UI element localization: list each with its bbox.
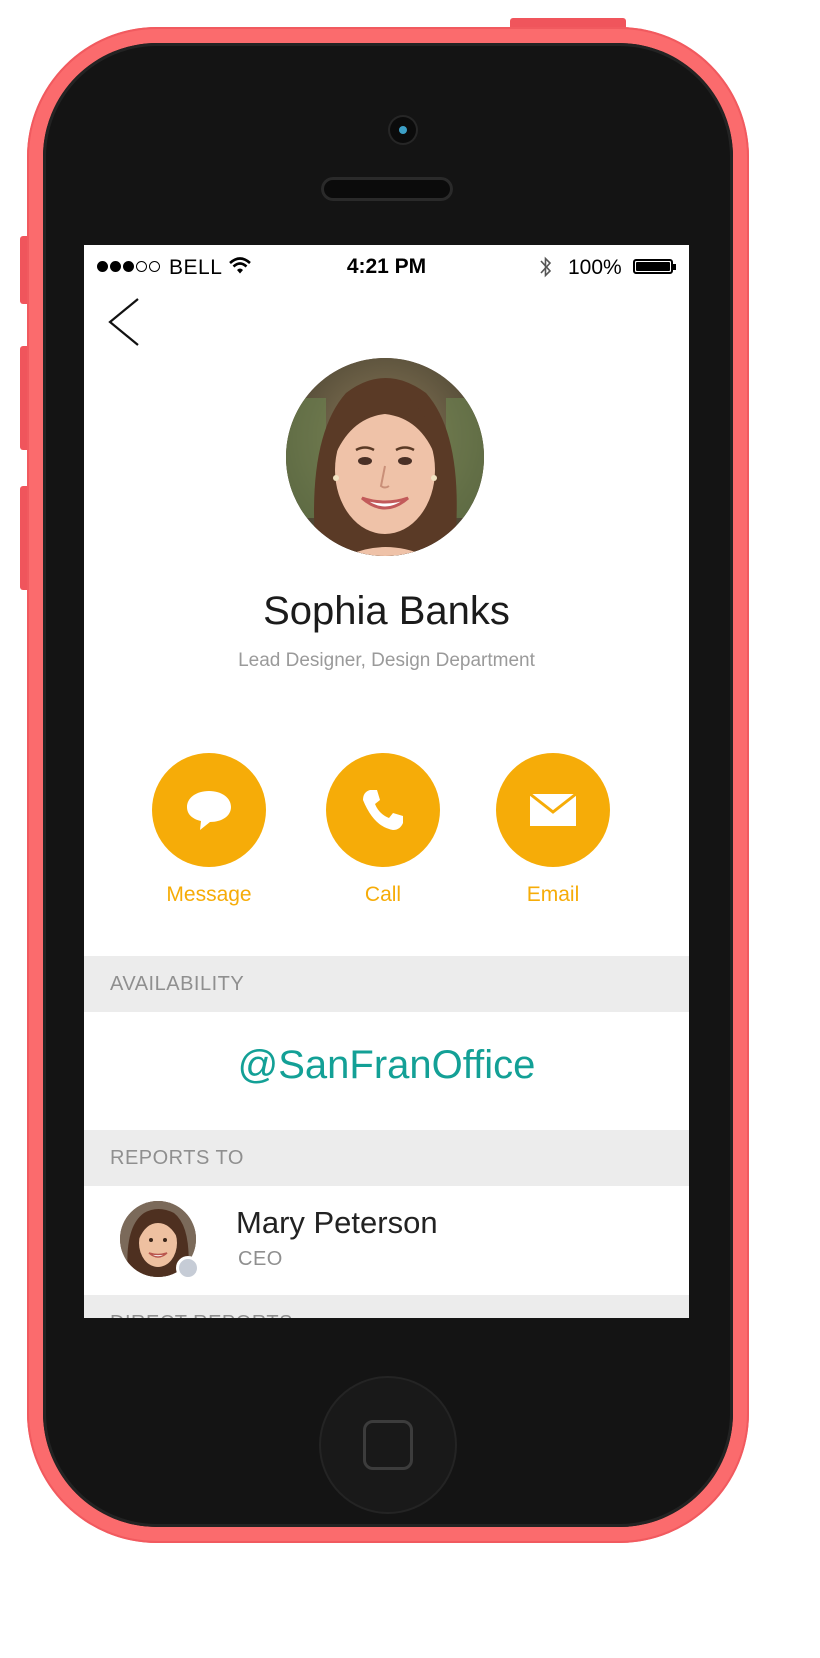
email-button[interactable]: Email — [483, 753, 623, 907]
home-button[interactable] — [321, 1378, 455, 1512]
email-button-circle[interactable] — [496, 753, 610, 867]
speech-bubble-icon — [187, 791, 231, 830]
bluetooth-icon — [540, 256, 552, 278]
presence-status-indicator — [176, 1256, 200, 1280]
availability-header: AVAILABILITY — [84, 956, 689, 1012]
call-label: Call — [364, 883, 402, 906]
message-button[interactable]: Message — [139, 753, 279, 907]
call-button-circle[interactable] — [326, 753, 440, 867]
call-button[interactable]: Call — [313, 753, 453, 907]
direct-reports-header: DIRECT REPORTS — [84, 1295, 689, 1318]
app-screen: BELL 4:21 PM 100% Sophia Banks Lead Desi… — [84, 245, 689, 1318]
message-button-circle[interactable] — [152, 753, 266, 867]
profile-avatar — [286, 358, 484, 556]
availability-location[interactable]: @SanFranOffice — [84, 1043, 689, 1088]
status-bar: BELL 4:21 PM 100% — [84, 245, 689, 289]
envelope-icon — [529, 792, 577, 826]
message-label: Message — [166, 883, 252, 906]
earpiece-speaker — [321, 177, 453, 201]
email-label: Email — [526, 883, 580, 906]
profile-name: Sophia Banks — [263, 589, 510, 633]
reports-to-header: REPORTS TO — [84, 1130, 689, 1186]
battery-percentage: 100% — [568, 256, 622, 279]
home-button-square-icon — [363, 1420, 413, 1470]
front-camera — [390, 117, 416, 143]
profile-subtitle: Lead Designer, Design Department — [238, 650, 535, 671]
manager-name: Mary Peterson — [236, 1205, 438, 1240]
chevron-left-icon[interactable] — [104, 295, 148, 349]
battery-icon — [633, 259, 676, 274]
phone-icon — [363, 790, 403, 830]
manager-title: CEO — [238, 1248, 283, 1270]
